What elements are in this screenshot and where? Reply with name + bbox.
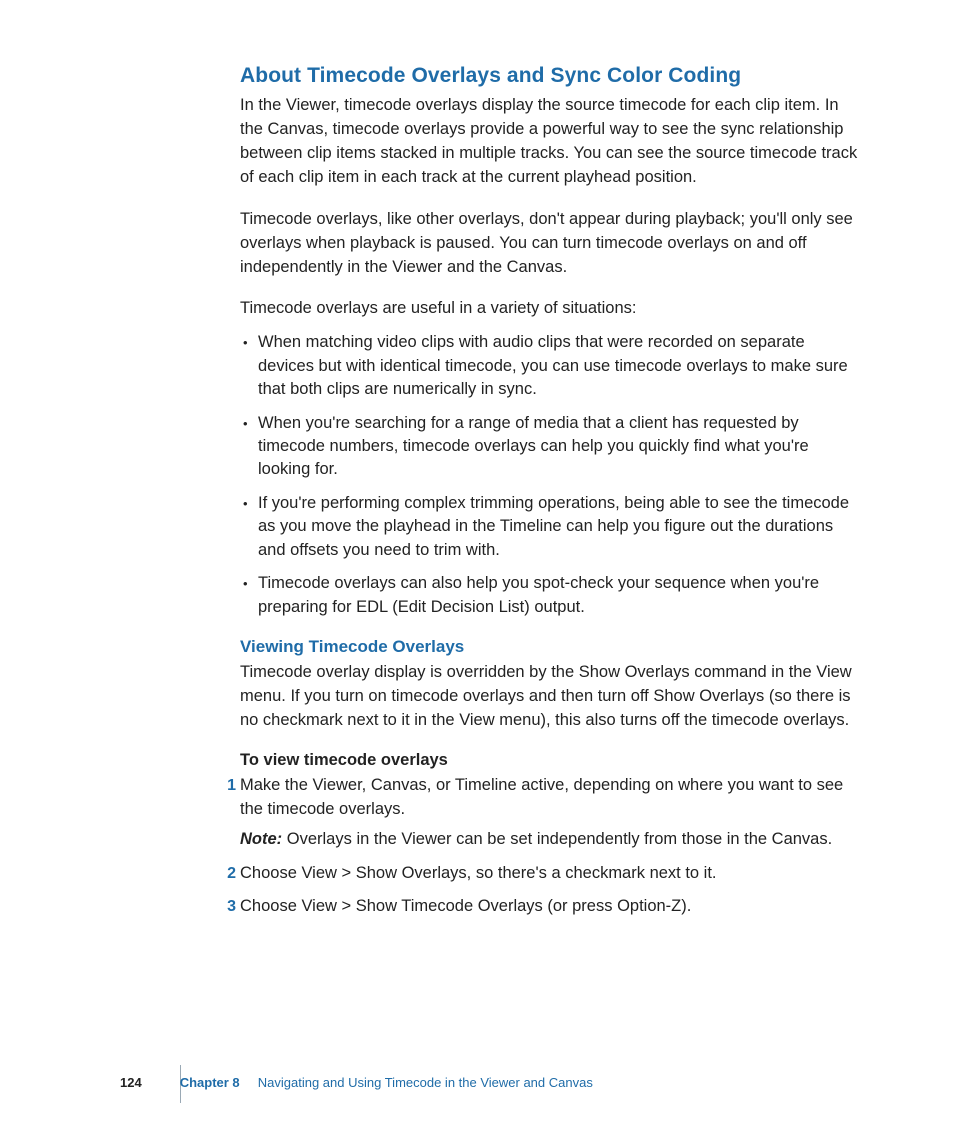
step-text: Choose View > Show Overlays, so there's … [240, 864, 717, 882]
chapter-title: Navigating and Using Timecode in the Vie… [258, 1075, 593, 1090]
step-item: 3 Choose View > Show Timecode Overlays (… [240, 895, 864, 919]
step-text: Choose View > Show Timecode Overlays (or… [240, 897, 691, 915]
procedure-steps: 1 Make the Viewer, Canvas, or Timeline a… [240, 774, 864, 920]
step-text: Make the Viewer, Canvas, or Timeline act… [240, 776, 843, 818]
page-number: 124 [120, 1075, 142, 1090]
bullet-item: If you're performing complex trimming op… [240, 492, 864, 562]
bullet-list: When matching video clips with audio cli… [240, 331, 864, 619]
document-page: About Timecode Overlays and Sync Color C… [0, 0, 954, 1145]
chapter-label: Chapter 8 [180, 1075, 240, 1090]
bullet-item: When you're searching for a range of med… [240, 412, 864, 482]
note-label: Note: [240, 830, 282, 848]
step-item: 2 Choose View > Show Overlays, so there'… [240, 862, 864, 886]
section-heading: About Timecode Overlays and Sync Color C… [240, 64, 864, 88]
step-number: 2 [220, 862, 236, 885]
page-footer: 124 Chapter 8 Navigating and Using Timec… [0, 1075, 954, 1090]
bullet-item: When matching video clips with audio cli… [240, 331, 864, 401]
step-item: 1 Make the Viewer, Canvas, or Timeline a… [240, 774, 864, 852]
subsection-heading: Viewing Timecode Overlays [240, 637, 864, 657]
note-text: Overlays in the Viewer can be set indepe… [287, 830, 832, 848]
step-number: 1 [220, 774, 236, 797]
bullet-item: Timecode overlays can also help you spot… [240, 572, 864, 619]
paragraph-subsection: Timecode overlay display is overridden b… [240, 661, 864, 733]
paragraph-list-intro: Timecode overlays are useful in a variet… [240, 297, 864, 321]
paragraph-intro-1: In the Viewer, timecode overlays display… [240, 94, 864, 190]
step-number: 3 [220, 895, 236, 918]
paragraph-intro-2: Timecode overlays, like other overlays, … [240, 208, 864, 280]
note: Note: Overlays in the Viewer can be set … [240, 828, 864, 852]
procedure-title: To view timecode overlays [240, 751, 864, 770]
